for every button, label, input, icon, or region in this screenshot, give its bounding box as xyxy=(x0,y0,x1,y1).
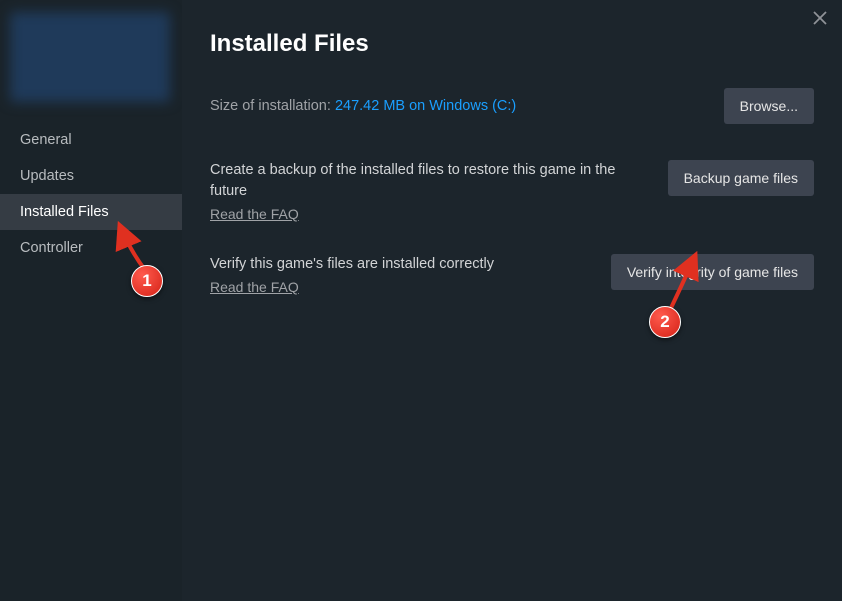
backup-faq-link[interactable]: Read the FAQ xyxy=(210,206,299,222)
verify-text: Verify this game's files are installed c… xyxy=(210,254,494,297)
verify-section: Verify this game's files are installed c… xyxy=(210,254,814,297)
backup-section: Create a backup of the installed files t… xyxy=(210,160,814,224)
sidebar-item-controller[interactable]: Controller xyxy=(0,230,182,266)
sidebar-item-installed-files[interactable]: Installed Files xyxy=(0,194,182,230)
size-value: 247.42 MB on Windows (C:) xyxy=(335,98,516,114)
sidebar: General Updates Installed Files Controll… xyxy=(0,0,182,601)
backup-button[interactable]: Backup game files xyxy=(668,160,814,196)
backup-text: Create a backup of the installed files t… xyxy=(210,160,630,224)
verify-title: Verify this game's files are installed c… xyxy=(210,254,494,275)
close-button[interactable] xyxy=(812,10,828,31)
sidebar-item-general[interactable]: General xyxy=(0,122,182,158)
size-label: Size of installation: xyxy=(210,98,335,114)
verify-faq-link[interactable]: Read the FAQ xyxy=(210,279,299,295)
close-icon xyxy=(812,10,828,26)
page-title: Installed Files xyxy=(210,30,814,58)
browse-button[interactable]: Browse... xyxy=(724,88,814,124)
backup-title: Create a backup of the installed files t… xyxy=(210,160,630,202)
verify-button[interactable]: Verify integrity of game files xyxy=(611,254,814,290)
size-text: Size of installation: 247.42 MB on Windo… xyxy=(210,97,516,115)
size-row: Size of installation: 247.42 MB on Windo… xyxy=(210,88,814,124)
sidebar-game-header xyxy=(10,12,170,102)
sidebar-item-updates[interactable]: Updates xyxy=(0,158,182,194)
main-content: Installed Files Size of installation: 24… xyxy=(182,0,842,601)
